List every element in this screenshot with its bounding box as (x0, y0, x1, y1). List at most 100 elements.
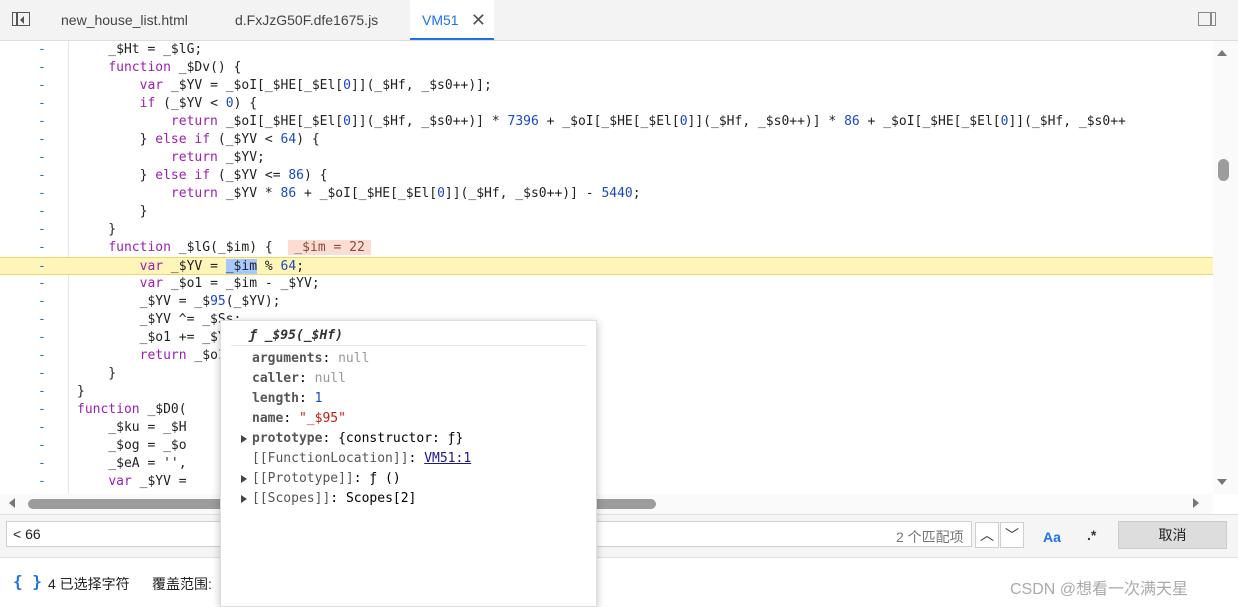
code-line[interactable]: - } else if (_$YV <= 86) { (0, 167, 1213, 185)
code-line[interactable]: - _$eA = '', (0, 455, 1213, 473)
property-value: null (314, 371, 346, 386)
line-gutter-marker[interactable]: - (38, 185, 46, 203)
match-case-button[interactable]: Aa (1043, 529, 1061, 545)
property-key: prototype (252, 431, 323, 446)
code-line[interactable]: - } (0, 221, 1213, 239)
line-gutter-marker[interactable]: - (38, 258, 46, 276)
tab-dfe-js[interactable]: d.FxJzG50F.dfe1675.js (224, 0, 405, 40)
line-gutter-marker[interactable]: - (38, 41, 46, 59)
next-match-button[interactable]: ﹀ (1000, 522, 1024, 548)
property-key: [[Prototype]] (252, 471, 354, 486)
code-line[interactable]: - return _$YV * 86 + _$oI[_$HE[_$El[0]](… (0, 185, 1213, 203)
property-value[interactable]: VM51:1 (424, 451, 471, 466)
code-text: _$eA = '', (77, 456, 187, 471)
expand-triangle-icon[interactable] (241, 435, 247, 443)
code-line[interactable]: - _$YV ^= _$Ss; (0, 311, 1213, 329)
line-gutter-marker[interactable]: - (38, 419, 46, 437)
code-text: if (_$YV < 0) { (139, 96, 258, 111)
line-gutter-marker[interactable]: - (38, 401, 46, 419)
code-line[interactable]: - return _$YV; (0, 149, 1213, 167)
line-gutter-marker[interactable]: - (38, 347, 46, 365)
popover-title: ƒ _$95(_$Hf) (231, 326, 586, 346)
line-gutter-marker[interactable]: - (38, 365, 46, 383)
code-line[interactable]: - } (0, 365, 1213, 383)
property-row[interactable]: [[Scopes]]: Scopes[2] (241, 489, 416, 509)
code-line[interactable]: - return _$oI[_$HE[_$El[0]](_$Hf, _$s0++… (0, 113, 1213, 131)
code-text: _$og = _$o (77, 438, 187, 453)
horizontal-scrollbar[interactable] (0, 494, 1213, 514)
code-text: var _$o1 = _$im - _$YV; (139, 276, 320, 291)
code-line[interactable]: -} (0, 383, 1213, 401)
line-gutter-marker[interactable]: - (38, 113, 46, 131)
line-gutter-marker[interactable]: - (38, 149, 46, 167)
line-gutter-marker[interactable]: - (38, 77, 46, 95)
property-row[interactable]: [[Prototype]]: ƒ () (241, 469, 401, 489)
selection-info: 4 已选择字符 (48, 576, 130, 592)
code-line[interactable]: - function _$Dv() { (0, 59, 1213, 77)
expand-triangle-icon[interactable] (241, 495, 247, 503)
code-line[interactable]: - var _$YV = _$oI[_$HE[_$El[0]](_$Hf, _$… (0, 77, 1213, 95)
code-line[interactable]: - _$YV = _$95(_$YV); (0, 293, 1213, 311)
code-line[interactable]: - } (0, 203, 1213, 221)
scrollbar-thumb[interactable] (1218, 159, 1229, 181)
expand-triangle-icon[interactable] (241, 475, 247, 483)
line-gutter-marker[interactable]: - (38, 275, 46, 293)
line-gutter-marker[interactable]: - (38, 293, 46, 311)
regex-button[interactable]: .* (1087, 527, 1096, 543)
line-gutter-marker[interactable]: - (38, 455, 46, 473)
line-gutter-marker[interactable]: - (38, 131, 46, 149)
line-gutter-marker[interactable]: - (38, 473, 46, 491)
status-bar: { } 4 已选择字符 覆盖范围: CSDN @想看一次满天星 (0, 557, 1238, 606)
line-gutter-marker[interactable]: - (38, 221, 46, 239)
code-line[interactable]: - } else if (_$YV < 64) { (0, 131, 1213, 149)
code-line[interactable]: - return _$o1; (0, 347, 1213, 365)
code-line[interactable]: - _$og = _$o (0, 437, 1213, 455)
property-row[interactable]: prototype: {constructor: ƒ} (241, 429, 463, 449)
code-line[interactable]: - function _$D0( (0, 401, 1213, 419)
tab-label: VM51 (422, 12, 459, 28)
line-gutter-marker[interactable]: - (38, 95, 46, 113)
line-gutter-marker[interactable]: - (38, 383, 46, 401)
toggle-debugger-icon[interactable] (1198, 12, 1216, 26)
property-key: arguments (252, 351, 323, 366)
search-bar: < 66 2 个匹配项 ︿ ﹀ Aa .* 取消 (0, 514, 1238, 557)
scroll-left-icon[interactable] (9, 498, 15, 508)
code-line[interactable]: - _$o1 += _$YV; (0, 329, 1213, 347)
code-editor[interactable]: - _$Ht = _$lG; - function _$Dv() {- var _… (0, 41, 1213, 494)
close-tab-icon[interactable]: ✕ (471, 0, 486, 40)
code-line[interactable]: - _$ku = _$H (0, 419, 1213, 437)
scroll-up-icon[interactable] (1217, 50, 1227, 56)
code-line[interactable]: - if (_$YV < 0) { (0, 95, 1213, 113)
pretty-print-icon[interactable]: { } (13, 572, 42, 591)
watermark: CSDN @想看一次满天星 (1010, 581, 1189, 598)
scroll-right-icon[interactable] (1193, 498, 1199, 508)
tab-vm51[interactable]: VM51 ✕ (410, 0, 494, 40)
cancel-button[interactable]: 取消 (1118, 521, 1227, 549)
line-gutter-marker[interactable]: - (38, 311, 46, 329)
code-line[interactable]: - _$Ht = _$lG; (0, 41, 1213, 59)
line-gutter-marker[interactable]: - (38, 329, 46, 347)
code-line[interactable]: - function _$lG(_$im) { _$im = 22 (0, 239, 1213, 257)
code-text: } (77, 204, 148, 219)
tab-label: new_house_list.html (61, 12, 188, 28)
code-line[interactable]: - var _$YV = (0, 473, 1213, 491)
property-row[interactable]: [[FunctionLocation]]: VM51:1 (252, 449, 471, 469)
property-row: length: 1 (252, 391, 323, 406)
code-text: return _$YV; (170, 150, 265, 165)
code-text: function _$lG(_$im) { _$im = 22 (77, 239, 371, 257)
previous-match-button[interactable]: ︿ (975, 522, 999, 548)
scroll-down-icon[interactable] (1217, 479, 1227, 485)
vertical-scrollbar[interactable] (1213, 41, 1238, 494)
line-gutter-marker[interactable]: - (38, 167, 46, 185)
code-line[interactable]: - var _$o1 = _$im - _$YV; (0, 275, 1213, 293)
code-text: function _$Dv() { (108, 60, 242, 75)
line-gutter-marker[interactable]: - (38, 437, 46, 455)
line-gutter-marker[interactable]: - (38, 203, 46, 221)
code-line[interactable]: - var _$YV = _$im % 64; (0, 257, 1213, 275)
line-gutter-marker[interactable]: - (38, 239, 46, 257)
toggle-navigator-icon[interactable] (12, 12, 30, 26)
tab-new-house-list[interactable]: new_house_list.html (50, 0, 216, 40)
property-row: arguments: null (252, 351, 370, 366)
line-gutter-marker[interactable]: - (38, 59, 46, 77)
function-popover[interactable]: ƒ _$95(_$Hf) arguments: null caller: null… (220, 320, 597, 607)
